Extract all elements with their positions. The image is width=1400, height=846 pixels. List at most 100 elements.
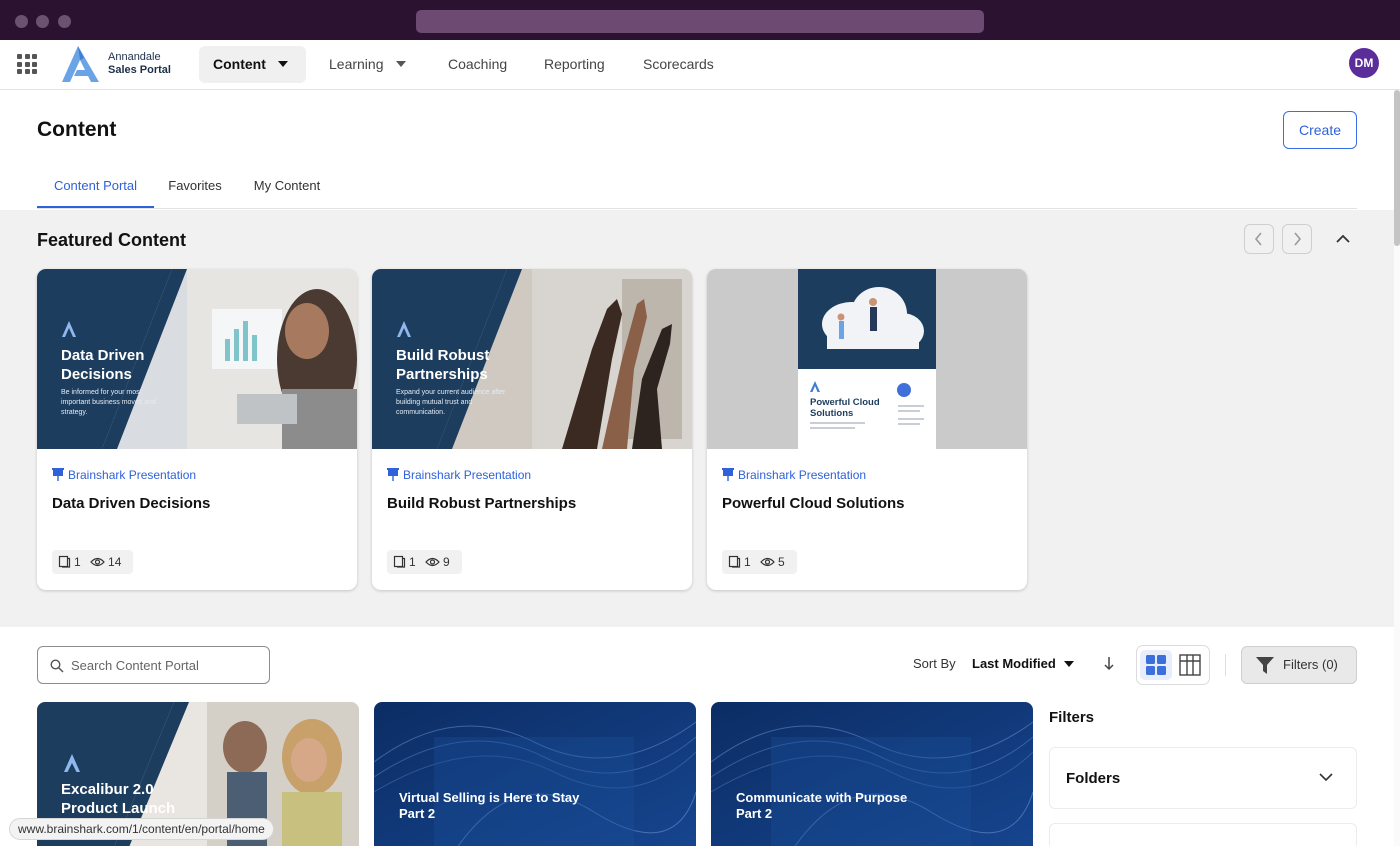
content-thumbnail: Communicate with Purpose Part 2: [711, 702, 1033, 846]
grid-view-button[interactable]: [1140, 650, 1172, 680]
presentation-icon: [52, 468, 64, 482]
svg-text:Solutions: Solutions: [810, 408, 853, 419]
top-nav: Annandale Sales Portal Content Learning …: [0, 40, 1400, 90]
folders-accordion[interactable]: Folders: [1049, 747, 1357, 809]
card-title: Build Robust Partnerships: [387, 495, 577, 512]
chevron-down-icon: [395, 61, 406, 68]
status-url: www.brainshark.com/1/content/en/portal/h…: [9, 818, 274, 840]
carousel-prev-button[interactable]: [1244, 224, 1274, 254]
scrollbar-thumb[interactable]: [1394, 90, 1400, 246]
search-input[interactable]: [71, 655, 261, 675]
view-toggle: [1136, 645, 1210, 685]
content-card[interactable]: Virtual Selling is Here to Stay Part 2: [374, 702, 696, 846]
thumbnail-title-line: Communicate with Purpose: [736, 790, 907, 805]
card-thumbnail: Build Robust Partnerships Expand your cu…: [372, 269, 692, 449]
tab-favorites[interactable]: Favorites: [168, 164, 222, 208]
view-count: 14: [108, 555, 122, 569]
thumbnail-title-line: Excalibur 2.0: [61, 781, 154, 798]
arrow-down-icon[interactable]: [1101, 655, 1117, 673]
featured-card[interactable]: Powerful Cloud Solutions Brainshark Pres…: [707, 269, 1027, 590]
logo-mark-icon[interactable]: [58, 44, 100, 84]
slides-icon: [58, 556, 71, 568]
card-stats: 1 9: [387, 550, 462, 574]
slides-icon: [393, 556, 406, 568]
card-thumbnail: Data Driven Decisions Be informed for yo…: [37, 269, 357, 449]
chevron-right-icon: [1294, 232, 1302, 246]
featured-card[interactable]: Build Robust Partnerships Expand your cu…: [372, 269, 692, 590]
card-stats: 1 14: [52, 550, 134, 574]
thumbnail-subtitle: Be informed for your most important busi…: [61, 389, 156, 416]
content-card[interactable]: Communicate with Purpose Part 2: [711, 702, 1033, 846]
window-minimize-dot[interactable]: [36, 15, 49, 28]
card-thumbnail: Powerful Cloud Solutions: [707, 269, 1027, 449]
presentation-thumbnail: Powerful Cloud Solutions: [707, 269, 1027, 449]
chevron-left-icon: [1254, 232, 1262, 246]
address-bar[interactable]: [416, 10, 984, 33]
thumbnail-title: Build Robust Partnerships: [396, 347, 490, 383]
content-thumbnail: Virtual Selling is Here to Stay Part 2: [374, 702, 696, 846]
table-view-button[interactable]: [1174, 650, 1206, 680]
window-zoom-dot[interactable]: [58, 15, 71, 28]
nav-item-learning[interactable]: Learning: [315, 46, 420, 83]
logo-text: Annandale Sales Portal: [108, 51, 171, 77]
slide-count: 1: [744, 555, 751, 569]
content-type: Brainshark Presentation: [52, 468, 196, 482]
nav-item-coaching[interactable]: Coaching: [434, 46, 521, 83]
sort-select[interactable]: Last Modified: [972, 656, 1074, 671]
grid-view-icon: [1146, 655, 1166, 675]
app-launcher-icon[interactable]: [17, 54, 37, 74]
page-title: Content: [37, 118, 117, 141]
tab-content-portal[interactable]: Content Portal: [37, 164, 154, 208]
filters-button[interactable]: Filters (0): [1241, 646, 1357, 684]
content-type-label: Brainshark Presentation: [68, 468, 197, 482]
featured-title: Featured Content: [37, 230, 187, 250]
thumbnail-subtitle: Expand your current audience after build…: [396, 389, 506, 416]
slide-count: 1: [74, 555, 81, 569]
thumbnail-title-line: Virtual Selling is Here to Stay: [399, 790, 580, 805]
content-type: Brainshark Presentation: [387, 468, 531, 482]
thumbnail-title-line: Part 2: [399, 806, 435, 821]
window-close-dot[interactable]: [15, 15, 28, 28]
logo-line-1: Annandale: [108, 51, 161, 63]
view-count: 9: [443, 555, 450, 569]
table-view-icon: [1179, 654, 1201, 676]
featured-section: Featured Content Data Driven Decisions B…: [0, 210, 1394, 627]
nav-item-label: Scorecards: [643, 56, 714, 72]
user-avatar[interactable]: DM: [1349, 48, 1379, 78]
window-titlebar: [0, 0, 1400, 40]
nav-item-label: Coaching: [448, 56, 508, 72]
card-stats: 1 5: [722, 550, 797, 574]
filter-accordion[interactable]: [1049, 823, 1357, 846]
filters-heading: Filters: [1049, 709, 1095, 726]
sort-value: Last Modified: [972, 656, 1056, 671]
presentation-icon: [387, 468, 399, 482]
card-title: Powerful Cloud Solutions: [722, 495, 905, 512]
thumbnail-title-line: Part 2: [736, 806, 772, 821]
funnel-icon: [1256, 657, 1274, 674]
carousel-next-button[interactable]: [1282, 224, 1312, 254]
search-box[interactable]: [37, 646, 270, 684]
nav-item-content[interactable]: Content: [199, 46, 306, 83]
nav-item-scorecards[interactable]: Scorecards: [629, 46, 728, 83]
thumbnail-title-line: Product Launch: [61, 800, 175, 817]
nav-item-label: Learning: [329, 56, 384, 72]
logo-line-2: Sales Portal: [108, 64, 171, 76]
nav-item-reporting[interactable]: Reporting: [530, 46, 619, 83]
content-type-label: Brainshark Presentation: [738, 468, 867, 482]
featured-card[interactable]: Data Driven Decisions Be informed for yo…: [37, 269, 357, 590]
view-count: 5: [778, 555, 785, 569]
content-type: Brainshark Presentation: [722, 468, 866, 482]
sort-by-label: Sort By: [913, 656, 956, 671]
eye-icon: [425, 557, 440, 566]
filters-button-label: Filters (0): [1283, 657, 1338, 672]
svg-text:Powerful Cloud: Powerful Cloud: [810, 397, 880, 408]
content-type-label: Brainshark Presentation: [403, 468, 532, 482]
slides-icon: [728, 556, 741, 568]
tab-my-content[interactable]: My Content: [252, 164, 322, 208]
chevron-up-icon[interactable]: [1332, 228, 1354, 250]
eye-icon: [90, 557, 105, 566]
search-icon: [50, 659, 64, 673]
create-button[interactable]: Create: [1283, 111, 1357, 149]
scrollbar[interactable]: [1394, 90, 1400, 846]
card-title: Data Driven Decisions: [52, 495, 211, 512]
